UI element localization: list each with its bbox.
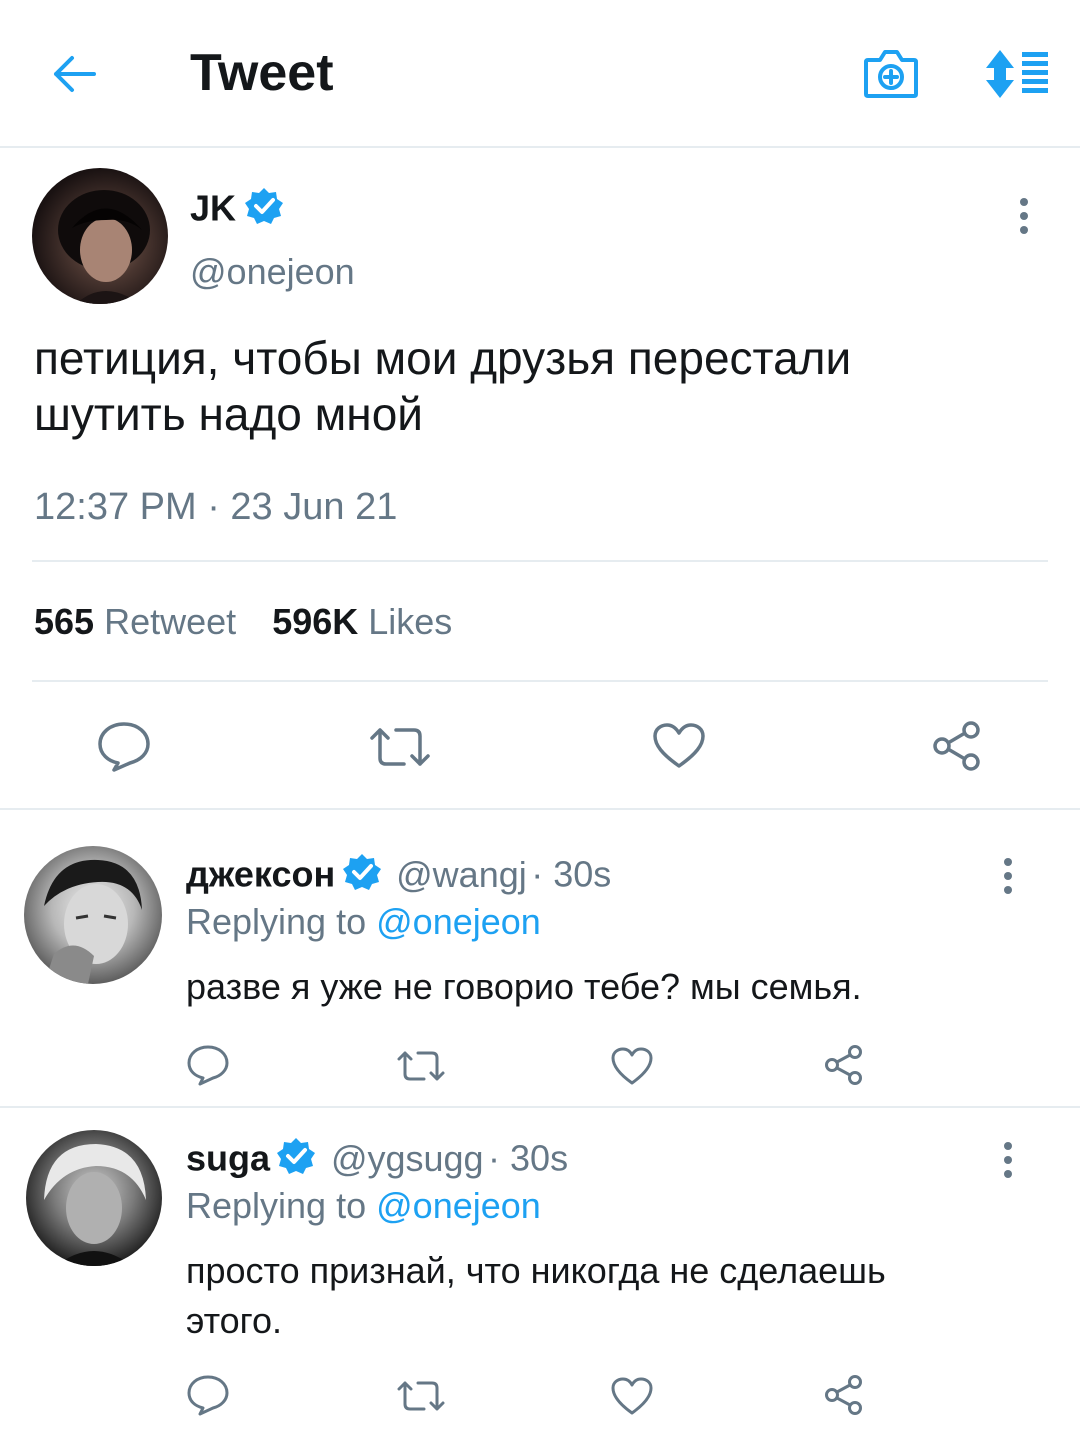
tweet-text-line: шутить надо мной xyxy=(34,388,423,440)
likes-stat[interactable]: 596K Likes xyxy=(272,601,452,642)
reply-author-handle[interactable]: @ygsugg xyxy=(331,1138,484,1179)
replying-to-label: Replying to xyxy=(186,901,367,942)
retweet-icon[interactable] xyxy=(396,1378,446,1414)
share-icon[interactable] xyxy=(822,1044,866,1086)
author-handle[interactable]: @onejeon xyxy=(190,250,355,294)
reply-icon[interactable] xyxy=(96,720,152,772)
replying-to-handle[interactable]: @onejeon xyxy=(376,901,541,942)
retweet-label: Retweet xyxy=(104,601,237,642)
verified-badge-icon xyxy=(244,186,284,231)
verified-badge-icon xyxy=(276,1136,316,1181)
back-arrow-icon[interactable] xyxy=(50,52,98,96)
header-divider xyxy=(0,146,1080,148)
retweet-stat[interactable]: 565 Retweet xyxy=(34,601,246,642)
more-options-icon[interactable] xyxy=(998,1142,1018,1184)
reply-text-line: разве я уже не говорио тебе? мы семья. xyxy=(186,966,862,1007)
tweet-text: петиция, чтобы мои друзья перестали шути… xyxy=(34,330,851,442)
reply-age: · 30s xyxy=(531,853,612,895)
reply-author-handle[interactable]: @wangj xyxy=(396,854,527,895)
share-icon[interactable] xyxy=(822,1374,866,1416)
page-title: Tweet xyxy=(190,44,334,102)
tweet-stats: 565 Retweet 596K Likes xyxy=(34,600,452,644)
avatar[interactable] xyxy=(32,168,168,304)
author-name-row: JK xyxy=(190,186,284,230)
replying-to-handle[interactable]: @onejeon xyxy=(376,1185,541,1226)
retweet-count: 565 xyxy=(34,601,95,642)
reply-author-name[interactable]: suga xyxy=(186,1138,270,1179)
avatar[interactable] xyxy=(24,846,162,984)
like-icon[interactable] xyxy=(610,1046,654,1086)
replying-to: Replying to @onejeon xyxy=(186,1184,541,1228)
avatar[interactable] xyxy=(26,1130,162,1266)
retweet-icon[interactable] xyxy=(368,724,432,770)
like-icon[interactable] xyxy=(652,722,706,770)
sort-icon[interactable] xyxy=(984,48,1050,100)
tweet-timestamp: 12:37 PM · 23 Jun 21 xyxy=(34,486,398,528)
reply-author-name[interactable]: джексон xyxy=(186,854,335,895)
divider xyxy=(0,1106,1080,1108)
tweet-text-line: петиция, чтобы мои друзья перестали xyxy=(34,332,852,384)
share-icon[interactable] xyxy=(930,720,984,772)
author-name: JK xyxy=(190,187,237,229)
reply-age: · 30s xyxy=(488,1137,569,1179)
divider xyxy=(0,808,1080,810)
verified-badge-icon xyxy=(342,852,382,897)
likes-label: Likes xyxy=(368,601,453,642)
replying-to-label: Replying to xyxy=(186,1185,367,1226)
more-options-icon[interactable] xyxy=(998,858,1018,900)
like-icon[interactable] xyxy=(610,1376,654,1416)
more-options-icon[interactable] xyxy=(1014,198,1034,240)
likes-count: 596K xyxy=(272,601,359,642)
reply-text-line: просто признай, что никогда не сделаешь xyxy=(186,1250,886,1291)
reply-text: просто признай, что никогда не сделаешь … xyxy=(186,1246,886,1346)
replying-to: Replying to @onejeon xyxy=(186,900,541,944)
reply-text-line: этого. xyxy=(186,1300,283,1341)
divider xyxy=(32,560,1048,562)
reply-header: джексон @wangj · 30s xyxy=(186,852,611,896)
reply-header: suga @ygsugg · 30s xyxy=(186,1136,568,1180)
divider xyxy=(32,680,1048,682)
camera-add-icon[interactable] xyxy=(862,46,920,100)
retweet-icon[interactable] xyxy=(396,1048,446,1084)
reply-icon[interactable] xyxy=(186,1374,230,1416)
reply-text: разве я уже не говорио тебе? мы семья. xyxy=(186,964,862,1010)
reply-icon[interactable] xyxy=(186,1044,230,1086)
